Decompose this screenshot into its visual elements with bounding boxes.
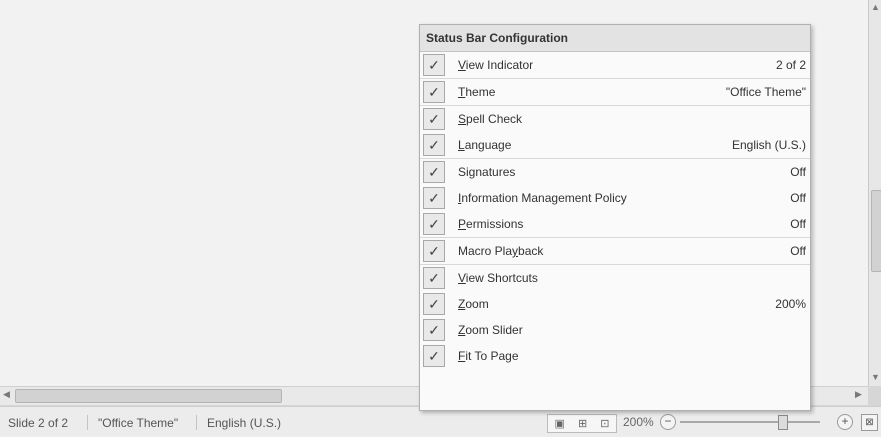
- menu-item-value: Off: [790, 217, 806, 231]
- menu-item-zoom[interactable]: ✓ Zoom 200%: [420, 291, 810, 317]
- checkmark-icon[interactable]: ✓: [423, 267, 445, 289]
- menu-item-value: English (U.S.): [731, 138, 806, 152]
- zoom-slider-thumb[interactable]: [778, 415, 788, 430]
- menu-item-macro-playback[interactable]: ✓ Macro Playback Off: [420, 237, 810, 264]
- checkmark-icon[interactable]: ✓: [423, 187, 445, 209]
- zoom-slider-track[interactable]: [680, 421, 820, 423]
- scroll-right-icon[interactable]: ▶: [855, 389, 862, 400]
- checkmark-icon[interactable]: ✓: [423, 81, 445, 103]
- status-slide-indicator: Slide 2 of 2: [8, 416, 69, 430]
- status-language[interactable]: English (U.S.): [207, 416, 281, 430]
- menu-item-value: Off: [790, 244, 806, 258]
- plus-icon[interactable]: +: [837, 414, 853, 430]
- fit-window-icon[interactable]: ⊠: [861, 414, 878, 431]
- menu-item-information-management-policy[interactable]: ✓ Information Management Policy Off: [420, 185, 810, 211]
- scroll-up-icon[interactable]: ▲: [870, 2, 881, 12]
- status-bar-configuration-menu: Status Bar Configuration ✓ View Indicato…: [419, 24, 811, 411]
- checkmark-icon[interactable]: ✓: [423, 213, 445, 235]
- menu-title: Status Bar Configuration: [420, 25, 810, 52]
- checkmark-icon[interactable]: ✓: [423, 240, 445, 262]
- vertical-scrollbar[interactable]: ▲ ▼: [868, 0, 881, 386]
- menu-item-theme[interactable]: ✓ Theme "Office Theme": [420, 78, 810, 105]
- checkmark-icon[interactable]: ✓: [423, 108, 445, 130]
- minus-icon[interactable]: −: [660, 414, 676, 430]
- menu-item-value: Off: [790, 191, 806, 205]
- horizontal-scroll-thumb[interactable]: [15, 389, 282, 403]
- menu-item-value: 2 of 2: [775, 58, 806, 72]
- menu-item-value: 200%: [775, 297, 806, 311]
- scroll-down-icon[interactable]: ▼: [870, 372, 881, 382]
- menu-item-view-shortcuts[interactable]: ✓ View Shortcuts: [420, 264, 810, 291]
- zoom-level[interactable]: 200%: [623, 415, 654, 429]
- slide-sorter-icon[interactable]: ⊞: [578, 417, 587, 430]
- checkmark-icon[interactable]: ✓: [423, 293, 445, 315]
- checkmark-icon[interactable]: ✓: [423, 134, 445, 156]
- normal-view-icon[interactable]: ▣: [555, 417, 565, 430]
- menu-item-fit-to-page[interactable]: ✓ Fit To Page: [420, 343, 810, 369]
- checkmark-icon[interactable]: ✓: [423, 345, 445, 367]
- powerpoint-workspace: ▲ ▼ ◀ ▶ Slide 2 of 2 "Office Theme" Engl…: [0, 0, 881, 437]
- checkmark-icon[interactable]: ✓: [423, 54, 445, 76]
- menu-item-language[interactable]: ✓ Language English (U.S.): [420, 132, 810, 158]
- menu-item-spell-check[interactable]: ✓ Spell Check: [420, 105, 810, 132]
- menu-item-signatures[interactable]: ✓ Signatures Off: [420, 158, 810, 185]
- status-divider: [87, 415, 88, 430]
- status-divider: [196, 415, 197, 430]
- menu-item-value: "Office Theme": [725, 85, 806, 99]
- checkmark-icon[interactable]: ✓: [423, 161, 445, 183]
- menu-item-view-indicator[interactable]: ✓ View Indicator 2 of 2: [420, 52, 810, 78]
- vertical-scroll-thumb[interactable]: [871, 190, 881, 272]
- checkmark-icon[interactable]: ✓: [423, 319, 445, 341]
- status-theme: "Office Theme": [98, 416, 179, 430]
- menu-item-value: Off: [790, 165, 806, 179]
- view-shortcuts[interactable]: ▣ ⊞ ⊡: [547, 414, 617, 433]
- slide-show-icon[interactable]: ⊡: [600, 417, 609, 430]
- menu-item-permissions[interactable]: ✓ Permissions Off: [420, 211, 810, 237]
- menu-item-zoom-slider[interactable]: ✓ Zoom Slider: [420, 317, 810, 343]
- scroll-left-icon[interactable]: ◀: [3, 389, 10, 400]
